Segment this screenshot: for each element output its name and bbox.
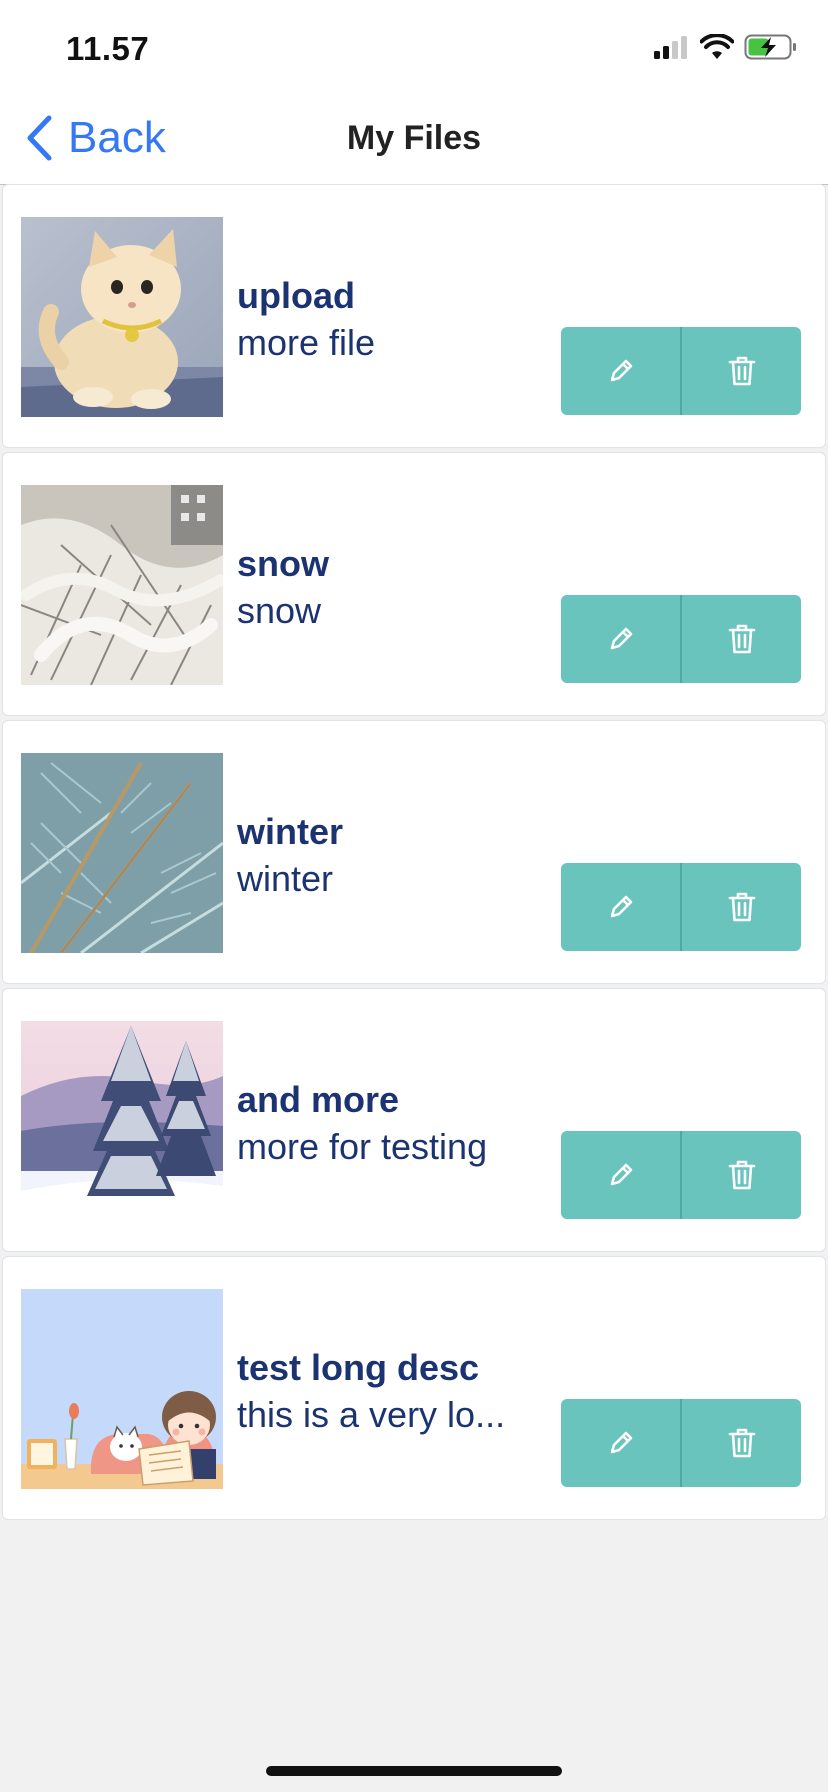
status-time: 11.57	[66, 30, 150, 67]
edit-button[interactable]	[561, 1399, 682, 1487]
file-title: upload	[237, 275, 355, 316]
pencil-icon	[610, 1163, 632, 1186]
wifi-icon	[699, 33, 735, 65]
battery-charging-icon	[744, 34, 798, 65]
file-title: winter	[237, 811, 344, 852]
pencil-icon	[610, 895, 632, 918]
file-thumbnail	[21, 1021, 223, 1221]
file-actions	[561, 595, 801, 683]
delete-button[interactable]	[682, 863, 801, 951]
file-title: and more	[237, 1079, 400, 1120]
pencil-icon	[610, 359, 632, 382]
file-title: test long desc	[237, 1347, 480, 1388]
header: 11.57 Back My Files	[0, 0, 828, 185]
file-description: more file	[237, 322, 376, 363]
list-item[interactable]: test long desc this is a very lo...	[2, 1256, 826, 1520]
delete-button[interactable]	[682, 1131, 801, 1219]
file-description: this is a very lo...	[237, 1394, 506, 1435]
delete-button[interactable]	[682, 595, 801, 683]
trash-icon	[728, 892, 755, 922]
delete-button[interactable]	[682, 1399, 801, 1487]
trash-icon	[728, 1160, 755, 1190]
file-thumbnail	[21, 217, 223, 417]
file-actions	[561, 863, 801, 951]
file-actions	[561, 1131, 801, 1219]
pencil-icon	[610, 1431, 632, 1454]
file-thumbnail	[21, 753, 223, 953]
trash-icon	[728, 624, 755, 654]
trash-icon	[728, 356, 755, 386]
file-title: snow	[237, 543, 330, 584]
list-item[interactable]: and more more for testing	[2, 988, 826, 1252]
edit-button[interactable]	[561, 595, 682, 683]
page-title: My Files	[346, 119, 482, 157]
list-item[interactable]: snow snow	[2, 452, 826, 716]
status-icons	[652, 33, 798, 65]
edit-button[interactable]	[561, 1131, 682, 1219]
edit-button[interactable]	[561, 863, 682, 951]
file-description: more for testing	[237, 1126, 488, 1167]
file-description: snow	[237, 590, 322, 631]
delete-button[interactable]	[682, 327, 801, 415]
pencil-icon	[610, 627, 632, 650]
file-description: winter	[237, 858, 334, 899]
edit-button[interactable]	[561, 327, 682, 415]
trash-icon	[728, 1428, 755, 1458]
file-thumbnail	[21, 485, 223, 685]
list-item[interactable]: upload more file	[2, 184, 826, 448]
list-item[interactable]: winter winter	[2, 720, 826, 984]
file-actions	[561, 1399, 801, 1487]
cellular-signal-icon	[652, 35, 690, 64]
file-thumbnail	[21, 1289, 223, 1489]
home-indicator[interactable]	[266, 1766, 562, 1776]
file-actions	[561, 327, 801, 415]
